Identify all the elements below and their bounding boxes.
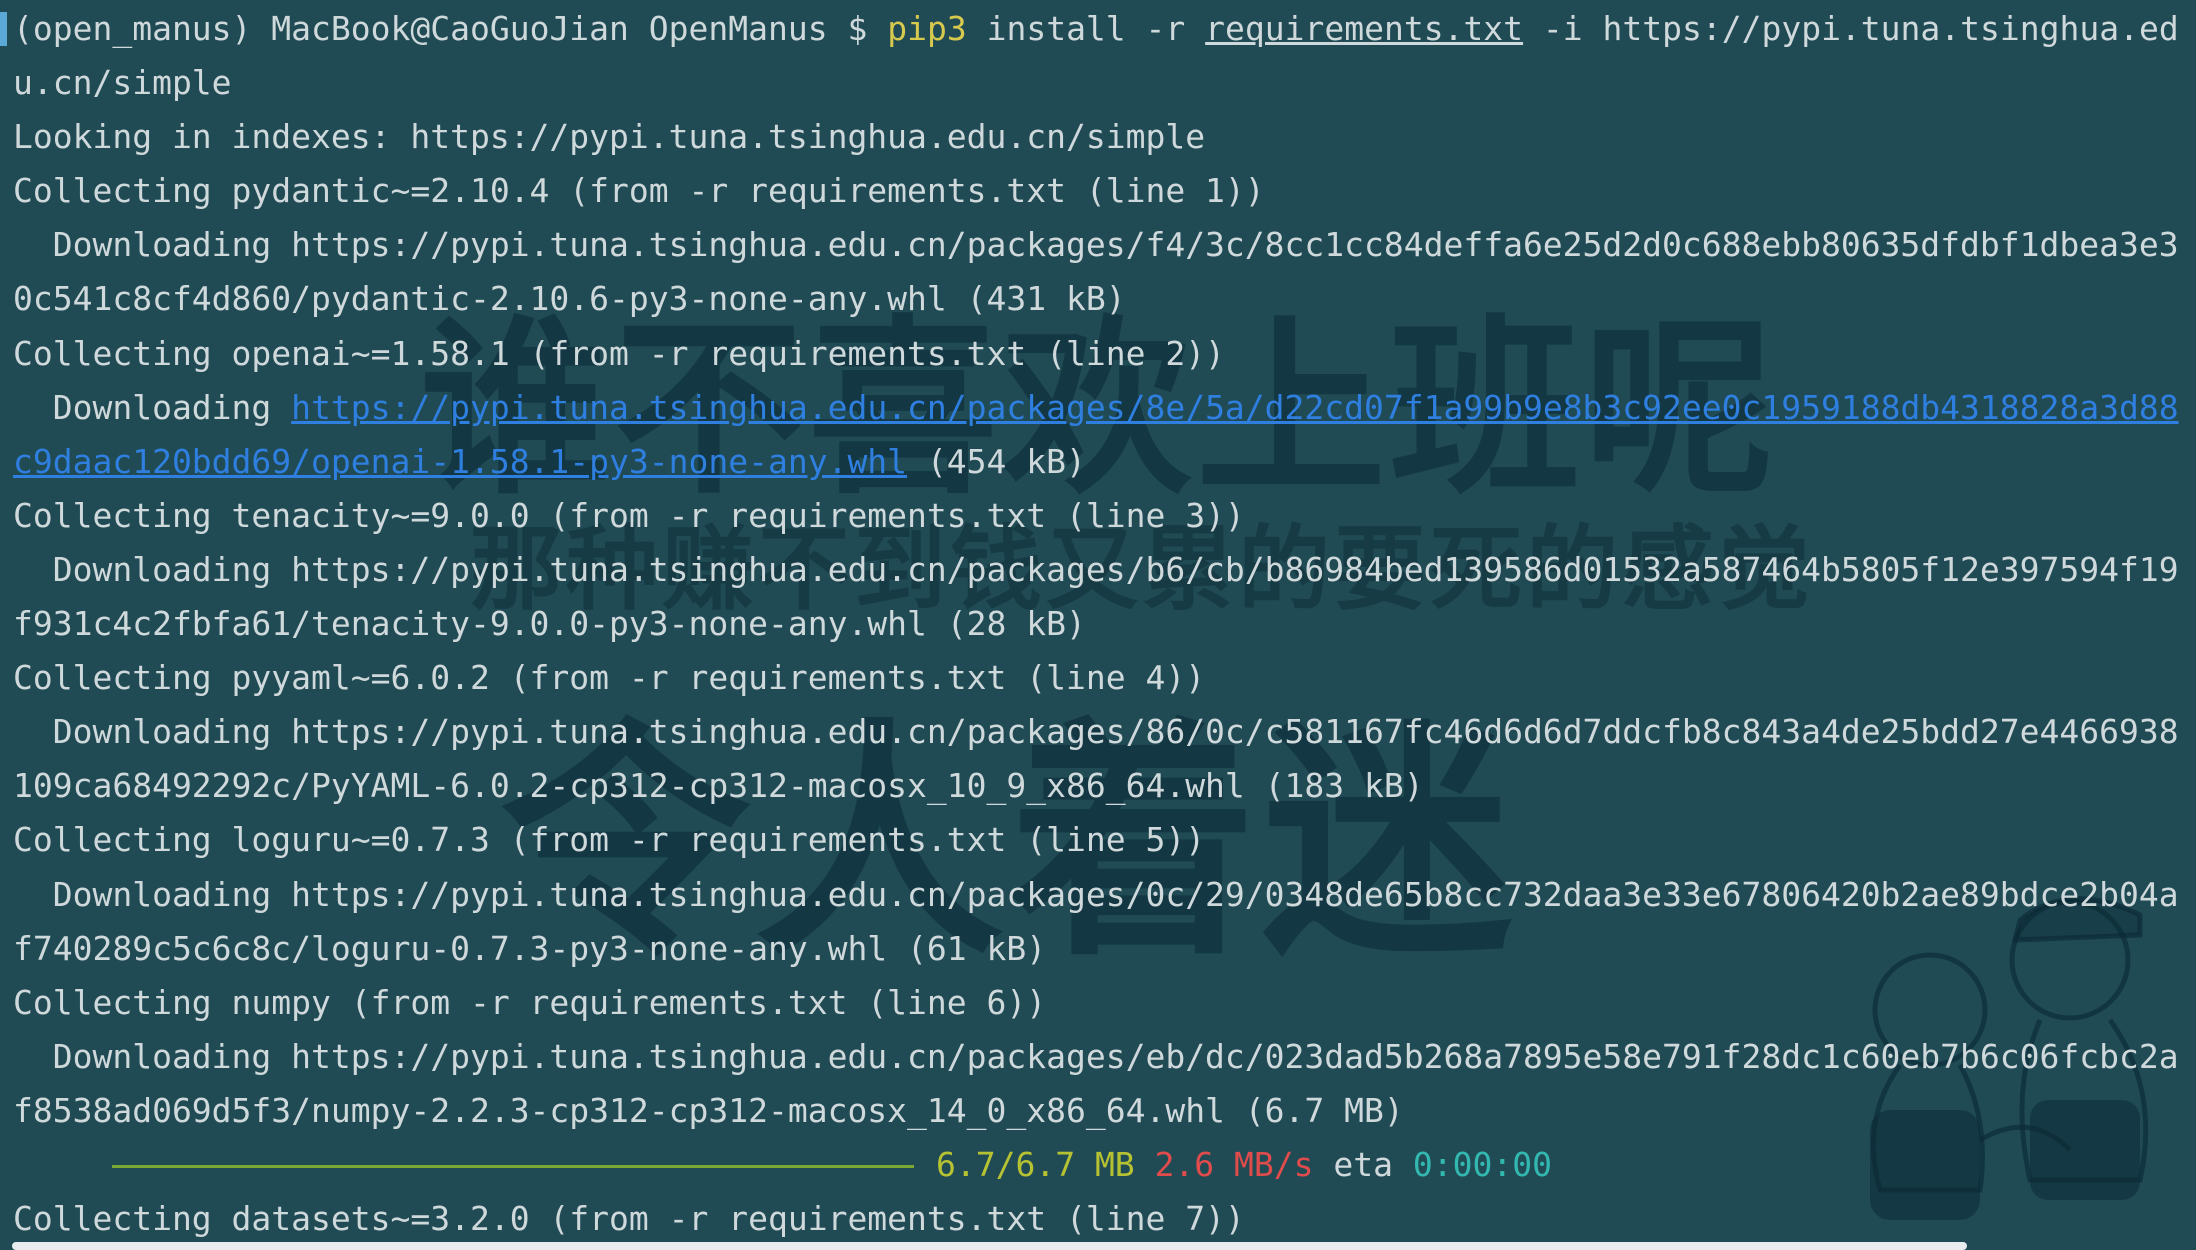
output-line: Collecting loguru~=0.7.3 (from -r requir…: [13, 820, 1206, 860]
output-line: c9daac120bdd69/openai-1.58.1-py3-none-an…: [13, 435, 2196, 489]
output-line: Downloading https://pypi.tuna.tsinghua.e…: [13, 381, 2196, 435]
output-line: Downloading https://pypi.tuna.tsinghua.e…: [13, 1036, 2179, 1076]
terminal-window[interactable]: 谁不喜欢上班呢 那种赚不到钱又累的要死的感觉 令人着迷 (open_manus)…: [0, 0, 2196, 1250]
command-index-arg: -i https://pypi.tuna.tsinghua.ed: [1542, 9, 2179, 48]
output-line: Downloading https://pypi.tuna.tsinghua.e…: [13, 549, 2179, 589]
output-line: Downloading https://pypi.tuna.tsinghua.e…: [13, 874, 2179, 914]
output-line: f740289c5c6c8c/loguru-0.7.3-py3-none-any…: [13, 928, 1047, 968]
output-line: Downloading https://pypi.tuna.tsinghua.e…: [13, 225, 2179, 265]
output-line: Collecting datasets~=3.2.0 (from -r requ…: [13, 1199, 1245, 1239]
terminal-cursor: [0, 12, 7, 46]
prompt-host: MacBook@CaoGuoJian: [271, 9, 629, 48]
download-link[interactable]: https://pypi.tuna.tsinghua.edu.cn/packag…: [291, 388, 2178, 427]
prompt-env: (open_manus): [13, 9, 252, 48]
command-args: install -r: [986, 9, 1186, 48]
progress-size: 6.7/6.7 MB: [936, 1144, 1135, 1184]
prompt-dir: OpenManus: [648, 9, 828, 48]
horizontal-scrollbar[interactable]: [12, 1242, 1967, 1250]
output-line: 109ca68492292c/PyYAML-6.0.2-cp312-cp312-…: [13, 766, 1424, 806]
progress-speed: 2.6 MB/s: [1154, 1144, 1314, 1184]
command-name: pip3: [887, 9, 967, 48]
output-line: Collecting numpy (from -r requirements.t…: [13, 982, 1047, 1022]
output-line: Collecting pyyaml~=6.0.2 (from -r requir…: [13, 658, 1206, 698]
output-line: f931c4c2fbfa61/tenacity-9.0.0-py3-none-a…: [13, 604, 1086, 644]
download-link-wrap[interactable]: c9daac120bdd69/openai-1.58.1-py3-none-an…: [13, 442, 907, 481]
progress-eta-time: 0:00:00: [1412, 1144, 1552, 1184]
prompt-line-wrap: u.cn/simple: [13, 63, 232, 103]
output-line: Downloading https://pypi.tuna.tsinghua.e…: [13, 712, 2179, 752]
command-file-arg[interactable]: requirements.txt: [1205, 9, 1523, 48]
output-line: Looking in indexes: https://pypi.tuna.ts…: [13, 117, 1206, 157]
progress-bar: [112, 1164, 914, 1168]
output-line: 0c541c8cf4d860/pydantic-2.10.6-py3-none-…: [13, 279, 1126, 319]
download-size: (454 kB): [907, 441, 1086, 481]
download-label: Downloading: [13, 387, 292, 427]
progress-eta-label: eta: [1333, 1144, 1393, 1184]
prompt-symbol: $: [847, 9, 868, 48]
output-line: f8538ad069d5f3/numpy-2.2.3-cp312-cp312-m…: [13, 1090, 1404, 1130]
output-line: Collecting openai~=1.58.1 (from -r requi…: [13, 333, 1225, 373]
output-line: Collecting tenacity~=9.0.0 (from -r requ…: [13, 495, 1245, 535]
terminal-output: (open_manus) MacBook@CaoGuoJian OpenManu…: [13, 2, 2196, 1246]
prompt-line: (open_manus) MacBook@CaoGuoJian OpenManu…: [13, 2, 2196, 56]
output-line: Collecting pydantic~=2.10.4 (from -r req…: [13, 171, 1265, 211]
progress-line: 6.7/6.7 MB 2.6 MB/s eta 0:00:00: [13, 1138, 2196, 1192]
